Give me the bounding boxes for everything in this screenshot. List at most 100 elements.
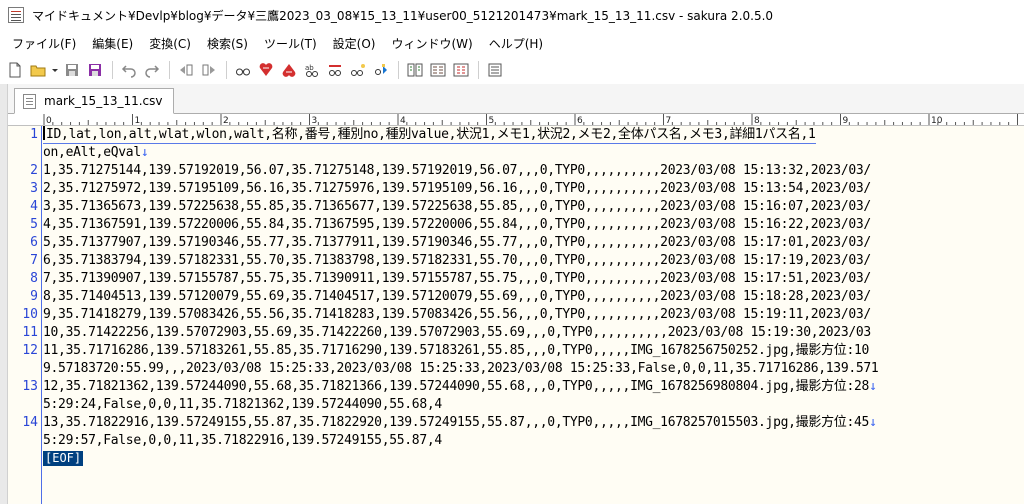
save-all-icon[interactable] [84,59,106,81]
ruler-label: 10 [931,116,943,126]
text-line[interactable]: 3,35.71365673,139.57225638,55.85,35.7136… [43,198,871,216]
tab-mark-csv[interactable]: mark_15_13_11.csv [14,88,174,114]
toolbar-separator [226,61,227,79]
svg-text:ab: ab [305,64,314,72]
menu-tools[interactable]: ツール(T) [256,33,325,54]
line-text: ID,lat,lon,alt,wlat,wlon,walt,名称,番号,種別no… [46,127,816,142]
line-text: 8,35.71404513,139.57120079,55.69,35.7140… [43,289,871,304]
print-icon[interactable] [450,59,472,81]
line-number: 6 [30,235,38,250]
ruler-label: 9 [843,116,849,126]
grep-icon[interactable] [324,59,346,81]
jump-icon[interactable] [347,59,369,81]
eof-marker: [EOF] [43,451,84,466]
window-title: マイドキュメント¥Devlp¥blog¥データ¥三鷹2023_03_08¥15_… [32,8,774,23]
line-text: 9.57183720:55.99,,,2023/03/08 15:25:33,2… [43,361,879,376]
replace-icon[interactable]: ab [301,59,323,81]
redo-icon[interactable] [141,59,163,81]
line-text: 4,35.71367591,139.57220006,55.84,35.7136… [43,217,871,232]
newline-mark: ↓ [140,145,149,160]
find-next-icon[interactable] [255,59,277,81]
chevron-down-icon[interactable] [50,59,60,81]
text-line[interactable]: 5:29:57,False,0,0,11,35.71822916,139.572… [43,432,442,450]
title-bar: マイドキュメント¥Devlp¥blog¥データ¥三鷹2023_03_08¥15_… [0,0,1024,30]
text-line[interactable]: 5:29:24,False,0,0,11,35.71821362,139.572… [43,396,442,414]
text-line[interactable]: 9.57183720:55.99,,,2023/03/08 15:25:33,2… [43,360,879,378]
find-icon[interactable] [232,59,254,81]
new-file-icon[interactable] [4,59,26,81]
ruler-label: 5 [489,116,495,126]
line-text: 10,35.71422256,139.57072903,55.69,35.714… [43,325,871,340]
outline-icon[interactable] [427,59,449,81]
bookmark-icon[interactable] [370,59,392,81]
compare-icon[interactable] [404,59,426,81]
line-number: 5 [30,217,38,232]
left-edge-strip [0,84,8,504]
tab-bar: mark_15_13_11.csv [8,84,1024,114]
text-line[interactable]: 7,35.71390907,139.57155787,55.75,35.7139… [43,270,871,288]
toolbar-separator [169,61,170,79]
line-text: 7,35.71390907,139.57155787,55.75,35.7139… [43,271,871,286]
find-prev-icon[interactable] [278,59,300,81]
line-number [8,360,38,378]
ruler-ticks: 0 1 2 3 4 5 6 7 8 9 10 [43,114,1018,126]
text-editor[interactable]: 0 1 2 3 4 5 6 7 8 9 10 1 2 3 4 5 6 7 8 9 10 11 12 13 14 ID,lat,… [8,114,1024,504]
line-text: 5:29:24,False,0,0,11,35.71821362,139.572… [43,397,442,412]
line-text: 12,35.71821362,139.57244090,55.68,35.718… [43,379,870,394]
line-text: 9,35.71418279,139.57083426,55.56,35.7141… [43,307,871,322]
undo-icon[interactable] [118,59,140,81]
sakura-app-icon[interactable] [8,7,24,23]
ruler-label: 4 [400,116,406,126]
line-number: 4 [30,199,38,214]
ruler-label: 0 [46,116,52,126]
text-line[interactable]: 8,35.71404513,139.57120079,55.69,35.7140… [43,288,871,306]
text-line[interactable]: 12,35.71821362,139.57244090,55.68,35.718… [43,378,877,396]
line-text: 5,35.71377907,139.57190346,55.77,35.7137… [43,235,871,250]
settings-icon[interactable] [484,59,506,81]
ruler-label: 6 [577,116,583,126]
ruler-label: 7 [666,116,672,126]
line-number: 8 [30,271,38,286]
text-line[interactable]: 1,35.71275144,139.57192019,56.07,35.7127… [43,162,871,180]
line-number [8,144,38,162]
open-folder-icon[interactable] [27,59,49,81]
line-text: 3,35.71365673,139.57225638,55.85,35.7136… [43,199,871,214]
text-line[interactable]: 10,35.71422256,139.57072903,55.69,35.714… [43,324,871,342]
line-number: 14 [22,415,38,430]
line-number: 2 [30,163,38,178]
text-line[interactable]: 11,35.71716286,139.57183261,55.85,35.717… [43,342,869,360]
line-text: 5:29:57,False,0,0,11,35.71822916,139.572… [43,433,442,448]
document-icon [23,93,36,109]
menu-help[interactable]: ヘルプ(H) [481,33,551,54]
text-line[interactable]: 9,35.71418279,139.57083426,55.56,35.7141… [43,306,871,324]
text-line[interactable]: 5,35.71377907,139.57190346,55.77,35.7137… [43,234,871,252]
line-number-gutter: 1 2 3 4 5 6 7 8 9 10 11 12 13 14 [8,126,42,504]
toolbar-separator [112,61,113,79]
line-number: 10 [22,307,38,322]
text-line[interactable]: ID,lat,lon,alt,wlat,wlon,walt,名称,番号,種別no… [43,126,816,144]
line-number: 1 [30,127,38,142]
menu-settings[interactable]: 設定(O) [325,33,384,54]
line-text: 13,35.71822916,139.57249155,55.87,35.718… [43,415,870,430]
line-number: 13 [22,379,38,394]
line-number: 11 [22,325,38,340]
forward-icon[interactable] [198,59,220,81]
back-icon[interactable] [175,59,197,81]
text-area[interactable]: ID,lat,lon,alt,wlat,wlon,walt,名称,番号,種別no… [43,126,1024,504]
menu-window[interactable]: ウィンドウ(W) [383,33,480,54]
text-line[interactable]: 4,35.71367591,139.57220006,55.84,35.7136… [43,216,871,234]
text-line[interactable]: on,eAlt,eQval↓ [43,144,149,162]
save-icon[interactable] [61,59,83,81]
column-ruler: 0 1 2 3 4 5 6 7 8 9 10 [8,114,1024,126]
line-number [8,396,38,414]
text-line[interactable]: 2,35.71275972,139.57195109,56.16,35.7127… [43,180,871,198]
line-text: 11,35.71716286,139.57183261,55.85,35.717… [43,343,870,358]
menu-search[interactable]: 検索(S) [199,33,256,54]
text-line[interactable]: 6,35.71383794,139.57182331,55.70,35.7138… [43,252,871,270]
ruler-label: 1 [135,116,141,126]
menu-file[interactable]: ファイル(F) [4,33,84,54]
menu-convert[interactable]: 変換(C) [141,33,199,54]
line-number: 12 [22,343,38,358]
menu-edit[interactable]: 編集(E) [84,33,141,54]
text-line[interactable]: 13,35.71822916,139.57249155,55.87,35.718… [43,414,877,432]
